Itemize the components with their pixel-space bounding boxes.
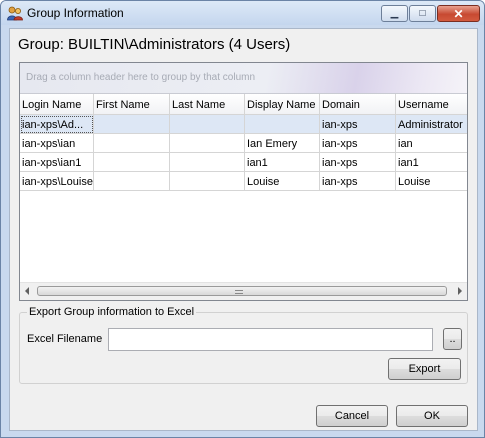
cell-first-name	[94, 134, 170, 153]
cell-last-name	[170, 153, 245, 172]
column-header-login-name[interactable]: Login Name	[20, 94, 94, 114]
cell-domain: ian-xps	[320, 134, 396, 153]
cell-display-name: Ian Emery	[245, 134, 320, 153]
maximize-icon: □	[419, 8, 426, 19]
export-button[interactable]: Export	[388, 358, 461, 380]
cell-domain: ian-xps	[320, 115, 396, 134]
cell-username: ian1	[396, 153, 467, 172]
cell-domain: ian-xps	[320, 172, 396, 191]
cell-last-name	[170, 172, 245, 191]
cell-first-name	[94, 153, 170, 172]
cell-display-name: ian1	[245, 153, 320, 172]
table-row[interactable]: ian-xps\ian Ian Emery ian-xps ian	[20, 134, 467, 153]
dialog-body: Group: BUILTIN\Administrators (4 Users) …	[9, 28, 478, 431]
scroll-thumb[interactable]	[37, 286, 447, 296]
cell-login-name: ian-xps\ian	[20, 134, 94, 153]
minimize-icon: ▁	[390, 8, 399, 19]
table-row[interactable]: ian-xps\ian1 ian1 ian-xps ian1	[20, 153, 467, 172]
browse-button[interactable]: ..	[443, 328, 462, 350]
users-icon	[7, 6, 23, 21]
group-information-window: Group Information ▁ □ ✕ Group: BUILTIN\A…	[0, 0, 485, 438]
table-row[interactable]: ian-xps\Louise Louise ian-xps Louise	[20, 172, 467, 191]
column-header-display-name[interactable]: Display Name	[245, 94, 320, 114]
group-by-hint: Drag a column header here to group by th…	[26, 72, 256, 83]
cell-username: Louise	[396, 172, 467, 191]
cell-username: ian	[396, 134, 467, 153]
maximize-button[interactable]: □	[409, 5, 436, 22]
cell-login-name: ian-xps\Ad...	[20, 115, 94, 134]
cell-first-name	[94, 172, 170, 191]
cell-username: Administrator	[396, 115, 467, 134]
column-header-domain[interactable]: Domain	[320, 94, 396, 114]
group-by-panel[interactable]: Drag a column header here to group by th…	[20, 63, 467, 94]
minimize-button[interactable]: ▁	[381, 5, 408, 22]
group-title: Group: BUILTIN\Administrators (4 Users)	[18, 36, 291, 53]
title-bar: Group Information ▁ □ ✕	[1, 1, 484, 25]
column-header-first-name[interactable]: First Name	[94, 94, 170, 114]
column-header-last-name[interactable]: Last Name	[170, 94, 245, 114]
excel-filename-label: Excel Filename	[27, 333, 103, 345]
cell-login-name: ian-xps\Louise	[20, 172, 94, 191]
close-icon: ✕	[453, 6, 464, 21]
column-header-username[interactable]: Username	[396, 94, 467, 114]
users-grid[interactable]: Drag a column header here to group by th…	[19, 62, 468, 301]
cell-display-name	[245, 115, 320, 134]
close-button[interactable]: ✕	[437, 5, 480, 22]
cell-display-name: Louise	[245, 172, 320, 191]
window-title: Group Information	[27, 6, 124, 20]
table-row[interactable]: ian-xps\Ad... ian-xps Administrator	[20, 115, 467, 134]
cell-first-name	[94, 115, 170, 134]
cell-domain: ian-xps	[320, 153, 396, 172]
ok-button[interactable]: OK	[396, 405, 468, 427]
cancel-button[interactable]: Cancel	[316, 405, 388, 427]
cell-login-name: ian-xps\ian1	[20, 153, 94, 172]
scroll-right-icon[interactable]	[458, 287, 462, 295]
export-groupbox-label: Export Group information to Excel	[27, 306, 197, 318]
excel-filename-input[interactable]	[108, 328, 433, 351]
scroll-left-icon[interactable]	[25, 287, 29, 295]
horizontal-scrollbar[interactable]	[20, 282, 467, 300]
cell-last-name	[170, 134, 245, 153]
cell-last-name	[170, 115, 245, 134]
grid-header: Login Name First Name Last Name Display …	[20, 94, 467, 115]
